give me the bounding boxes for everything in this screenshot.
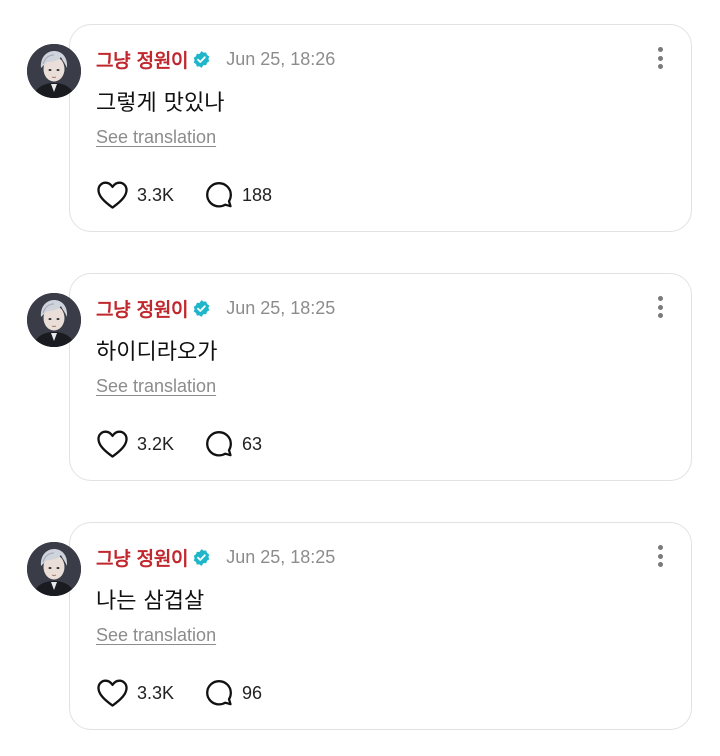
post-actions: 3.3K 188 <box>96 179 272 211</box>
reply-count: 96 <box>242 682 263 703</box>
heart-icon <box>97 430 128 458</box>
post-header: 그냥 정원이 Jun 25, 18:25 <box>96 295 335 321</box>
post-card[interactable]: 그냥 정원이 Jun 25, 18:25 나는 삼겹살 See translat… <box>69 522 692 730</box>
post-item: 그냥 정원이 Jun 25, 18:25 하이디라오가 See translat… <box>0 273 720 483</box>
post-card[interactable]: 그냥 정원이 Jun 25, 18:25 하이디라오가 See translat… <box>69 273 692 481</box>
post-text: 그렇게 맛있나 <box>96 91 225 116</box>
like-button[interactable]: 3.3K <box>96 180 174 210</box>
post-timestamp: Jun 25, 18:25 <box>226 297 336 318</box>
more-vertical-icon[interactable] <box>653 45 667 71</box>
post-actions: 3.2K 63 <box>96 428 262 460</box>
more-vertical-icon[interactable] <box>653 543 667 569</box>
see-translation-link[interactable]: See translation <box>96 127 216 148</box>
post-timestamp: Jun 25, 18:26 <box>226 48 336 69</box>
like-button[interactable]: 3.2K <box>96 429 174 459</box>
post-item: 그냥 정원이 Jun 25, 18:25 나는 삼겹살 See translat… <box>0 522 720 732</box>
like-count: 3.3K <box>137 682 175 703</box>
post-text: 하이디라오가 <box>96 340 218 365</box>
post-card[interactable]: 그냥 정원이 Jun 25, 18:26 그렇게 맛있나 See transla… <box>69 24 692 232</box>
like-button[interactable]: 3.3K <box>96 678 174 708</box>
like-count: 3.3K <box>137 184 175 205</box>
heart-icon <box>97 679 128 707</box>
verified-badge-icon <box>192 548 211 567</box>
post-header: 그냥 정원이 Jun 25, 18:26 <box>96 46 335 72</box>
author-name[interactable]: 그냥 정원이 <box>96 295 189 322</box>
avatar[interactable] <box>27 542 81 596</box>
speech-bubble-icon <box>206 182 232 208</box>
author-name[interactable]: 그냥 정원이 <box>96 46 189 73</box>
heart-icon <box>97 181 128 209</box>
post-actions: 3.3K 96 <box>96 677 262 709</box>
reply-button[interactable]: 96 <box>204 678 262 708</box>
author-name[interactable]: 그냥 정원이 <box>96 544 189 571</box>
verified-badge-icon <box>192 299 211 318</box>
more-vertical-icon[interactable] <box>653 294 667 320</box>
verified-badge-icon <box>192 50 211 69</box>
avatar[interactable] <box>27 44 81 98</box>
reply-button[interactable]: 188 <box>204 180 272 210</box>
post-feed: 그냥 정원이 Jun 25, 18:26 그렇게 맛있나 See transla… <box>0 0 720 756</box>
speech-bubble-icon <box>206 680 232 706</box>
post-text: 나는 삼겹살 <box>96 589 205 614</box>
post-timestamp: Jun 25, 18:25 <box>226 546 336 567</box>
like-count: 3.2K <box>137 433 175 454</box>
see-translation-link[interactable]: See translation <box>96 625 216 646</box>
post-header: 그냥 정원이 Jun 25, 18:25 <box>96 544 335 570</box>
reply-button[interactable]: 63 <box>204 429 262 459</box>
speech-bubble-icon <box>206 431 232 457</box>
see-translation-link[interactable]: See translation <box>96 376 216 397</box>
reply-count: 63 <box>242 433 263 454</box>
post-item: 그냥 정원이 Jun 25, 18:26 그렇게 맛있나 See transla… <box>0 24 720 234</box>
reply-count: 188 <box>242 184 273 205</box>
avatar[interactable] <box>27 293 81 347</box>
